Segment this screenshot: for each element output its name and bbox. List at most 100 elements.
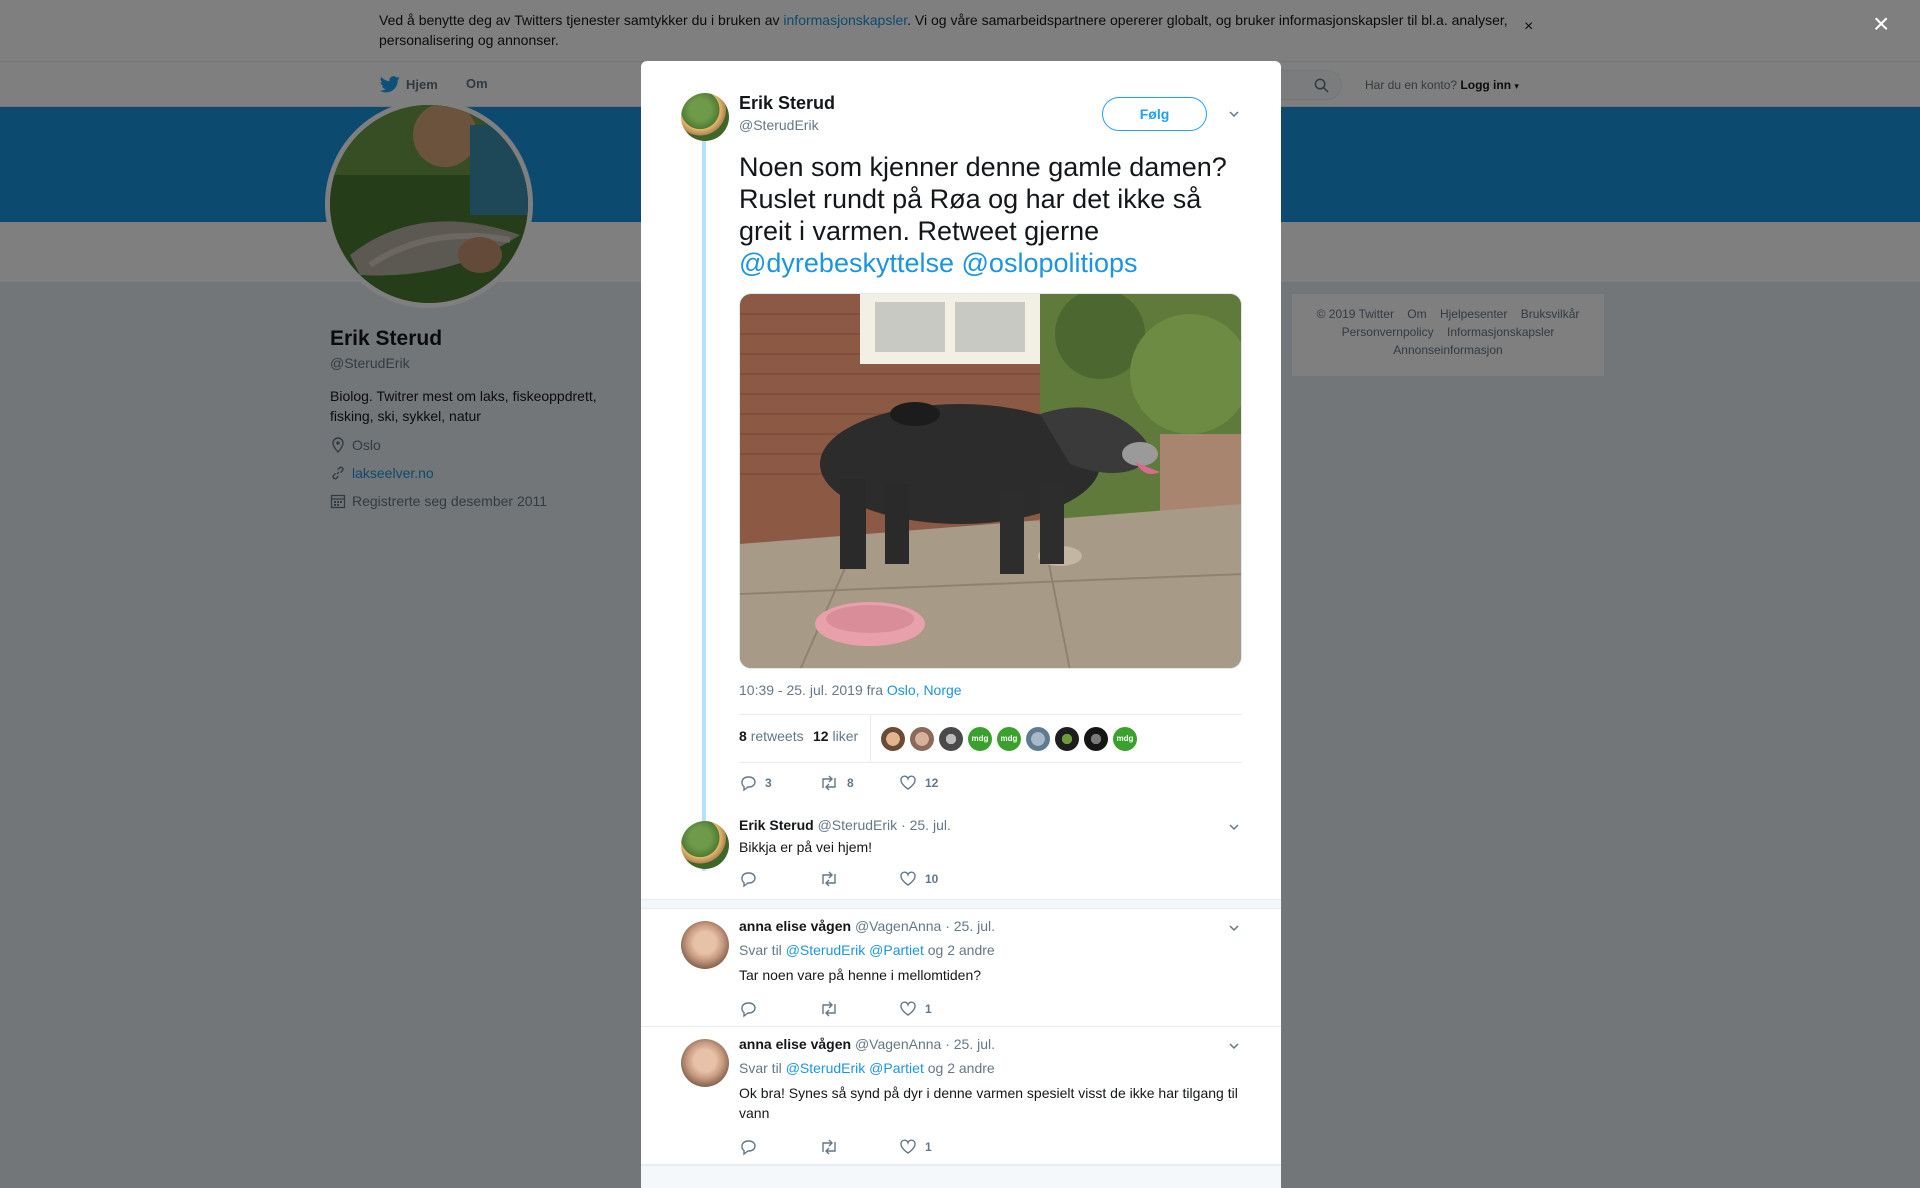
reply-header: anna elise vågen @VagenAnna · 25. jul. <box>739 918 995 934</box>
follow-button[interactable]: Følg <box>1102 97 1207 131</box>
retweets-count: 8 <box>739 728 747 744</box>
retweets-label: retweets <box>750 728 804 744</box>
like-action[interactable]: 1 <box>899 999 979 1019</box>
reply-text: Tar noen vare på henne i mellomtiden? <box>739 967 982 983</box>
reply-to-mention[interactable]: @Partiet <box>869 1060 924 1076</box>
mention-dyrebeskyttelse[interactable]: @dyrebeskyttelse <box>739 248 954 278</box>
tweet-actions: 3 8 12 <box>739 773 979 793</box>
loading-strip <box>641 1165 1281 1188</box>
reply-date[interactable]: · 25. jul. <box>901 817 951 833</box>
heart-icon <box>900 775 916 790</box>
reply-to-mention[interactable]: @SterudErik <box>786 942 866 958</box>
chevron-down-icon[interactable] <box>1228 821 1240 833</box>
reply-to-more[interactable]: og 2 andre <box>928 1060 995 1076</box>
retweet-action[interactable]: 8 <box>819 773 899 793</box>
retweet-action[interactable] <box>819 869 899 889</box>
liker-avatar[interactable] <box>1026 727 1050 751</box>
heart-icon <box>900 1139 916 1154</box>
reply-avatar[interactable] <box>681 821 729 869</box>
heart-icon <box>900 1001 916 1016</box>
reply-author-name[interactable]: anna elise vågen <box>739 1036 851 1052</box>
reply-item[interactable]: anna elise vågen @VagenAnna · 25. jul. S… <box>641 909 1281 1027</box>
like-count: 10 <box>925 872 939 886</box>
liker-avatar[interactable] <box>910 727 934 751</box>
retweet-action[interactable] <box>819 999 899 1019</box>
tweet-text-body: Noen som kjenner denne gamle damen? Rusl… <box>739 152 1227 246</box>
retweet-icon <box>822 775 836 791</box>
like-action[interactable]: 1 <box>899 1137 979 1157</box>
author-handle[interactable]: @SterudErik <box>739 117 819 133</box>
reply-author-name[interactable]: Erik Sterud <box>739 817 814 833</box>
mention-oslopolitiops[interactable]: @oslopolitiops <box>962 248 1138 278</box>
reply-to-more[interactable]: og 2 andre <box>928 942 995 958</box>
reply-author-handle[interactable]: @SterudErik <box>818 817 898 833</box>
reply-to-line: Svar til @SterudErik @Partiet og 2 andre <box>739 942 995 958</box>
reply-avatar[interactable] <box>681 1039 729 1087</box>
reply-header: Erik Sterud @SterudErik · 25. jul. <box>739 817 951 833</box>
likes-label: liker <box>832 728 859 744</box>
reply-icon <box>741 1002 756 1018</box>
liker-avatar-mdg[interactable]: mdg <box>997 727 1021 751</box>
heart-icon <box>900 871 916 886</box>
reply-item[interactable]: anna elise vågen @VagenAnna · 25. jul. S… <box>641 1027 1281 1165</box>
chevron-down-icon[interactable] <box>1228 922 1240 934</box>
liker-avatar[interactable] <box>1084 727 1108 751</box>
reply-action[interactable] <box>739 999 819 1019</box>
reply-to-label: Svar til <box>739 1060 782 1076</box>
reply-date[interactable]: · 25. jul. <box>945 918 995 934</box>
tweet-stats: 8 retweets 12 liker mdg mdg mdg <box>739 714 1242 763</box>
reply-icon <box>741 872 756 888</box>
reply-author-handle[interactable]: @VagenAnna <box>855 1036 941 1052</box>
reply-text: Bikkja er på vei hjem! <box>739 839 873 855</box>
reply-actions: 1 <box>739 1137 979 1157</box>
liker-avatar[interactable] <box>881 727 905 751</box>
liker-avatar[interactable] <box>939 727 963 751</box>
retweet-icon <box>822 1001 836 1017</box>
reply-count: 3 <box>765 776 772 790</box>
liker-avatar-mdg[interactable]: mdg <box>1113 727 1137 751</box>
chevron-down-icon[interactable] <box>1228 1040 1240 1052</box>
retweet-icon <box>822 1139 836 1155</box>
reply-action[interactable]: 3 <box>739 773 819 793</box>
reply-action[interactable] <box>739 1137 819 1157</box>
tweet-location-link[interactable]: Oslo, Norge <box>887 682 962 698</box>
retweet-action[interactable] <box>819 1137 899 1157</box>
reply-action[interactable] <box>739 869 819 889</box>
reply-to-label: Svar til <box>739 942 782 958</box>
like-count: 12 <box>925 776 939 790</box>
like-count: 1 <box>925 1140 932 1154</box>
retweet-icon <box>822 871 836 887</box>
reply-icon <box>741 776 756 792</box>
chevron-down-icon[interactable] <box>1228 108 1240 120</box>
tweet-timestamp: 10:39 - 25. jul. 2019 fra Oslo, Norge <box>739 682 962 698</box>
retweet-count: 8 <box>847 776 854 790</box>
retweets-stat[interactable]: 8 retweets <box>739 728 804 744</box>
liker-avatar-mdg[interactable]: mdg <box>968 727 992 751</box>
tweet-photo[interactable] <box>739 293 1242 669</box>
likes-stat[interactable]: 12 liker <box>813 728 858 744</box>
likes-count: 12 <box>813 728 829 744</box>
stats-divider <box>870 715 871 762</box>
reply-avatar[interactable] <box>681 921 729 969</box>
thread-line <box>702 111 706 871</box>
reply-separator <box>641 899 1281 909</box>
reply-date[interactable]: · 25. jul. <box>945 1036 995 1052</box>
liker-avatar[interactable] <box>1055 727 1079 751</box>
author-avatar[interactable] <box>681 93 729 141</box>
like-action[interactable]: 12 <box>899 773 979 793</box>
reply-author-handle[interactable]: @VagenAnna <box>855 918 941 934</box>
reply-author-name[interactable]: anna elise vågen <box>739 918 851 934</box>
reply-to-mention[interactable]: @SterudErik <box>786 1060 866 1076</box>
author-name[interactable]: Erik Sterud <box>739 93 835 114</box>
main-tweet: Erik Sterud @SterudErik Følg Noen som kj… <box>641 61 1281 891</box>
reply-actions: 1 <box>739 999 979 1019</box>
close-modal-icon[interactable]: × <box>1873 10 1889 38</box>
reply-to-mention[interactable]: @Partiet <box>869 942 924 958</box>
dog-photo-icon <box>740 294 1241 668</box>
reply-icon <box>741 1140 756 1156</box>
reply-actions: 10 <box>739 869 979 889</box>
reply-header: anna elise vågen @VagenAnna · 25. jul. <box>739 1036 995 1052</box>
tweet-timestamp-text: 10:39 - 25. jul. 2019 fra <box>739 682 887 698</box>
like-action[interactable]: 10 <box>899 869 979 889</box>
reply-text: Ok bra! Synes så synd på dyr i denne var… <box>739 1085 1238 1121</box>
